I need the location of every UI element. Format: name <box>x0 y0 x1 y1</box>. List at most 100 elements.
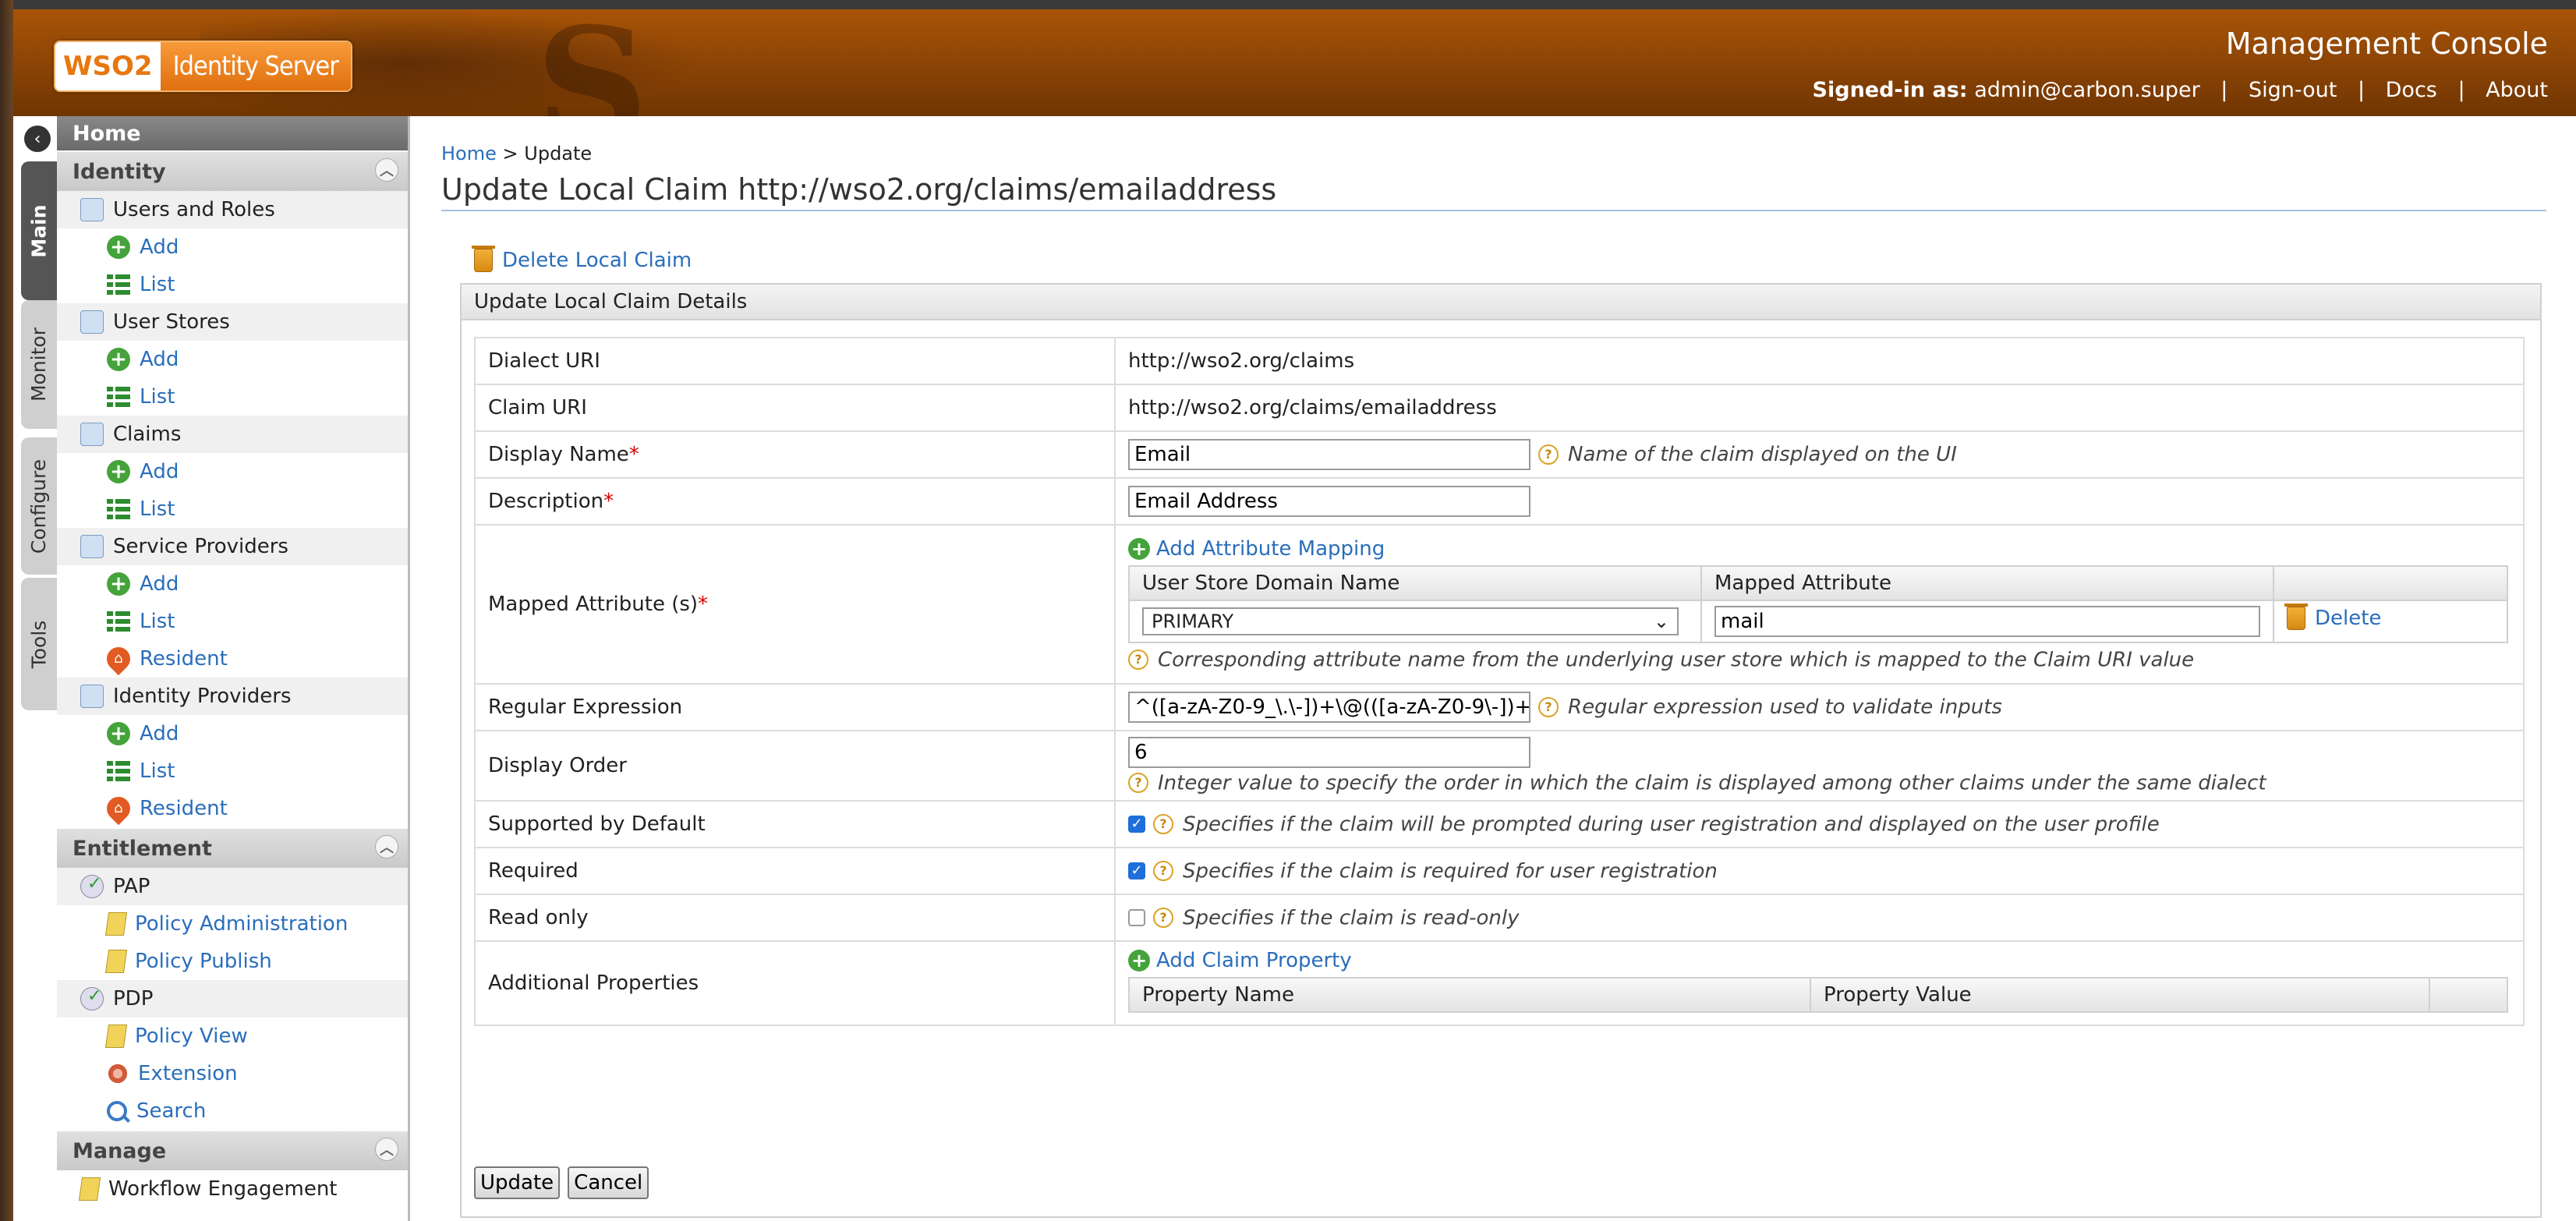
tab-configure[interactable]: Configure <box>21 437 57 575</box>
tab-tools[interactable]: Tools <box>21 578 57 710</box>
user-store-domain-select[interactable]: PRIMARY ⌄ <box>1142 607 1679 635</box>
help-icon[interactable]: ? <box>1128 773 1148 794</box>
collapse-chevron-icon[interactable]: ︿ <box>375 835 398 858</box>
required-star: * <box>603 490 614 513</box>
update-button[interactable]: Update <box>474 1166 561 1199</box>
help-icon[interactable]: ? <box>1538 444 1559 465</box>
help-icon[interactable]: ? <box>1153 908 1173 929</box>
required-hint: Specifies if the claim is required for u… <box>1183 859 1718 883</box>
sidebar-home[interactable]: Home <box>57 116 408 150</box>
policy-icon <box>104 1025 128 1048</box>
sidebar-item-policy-publish[interactable]: Policy Publish <box>57 943 408 980</box>
sidebar-item-workflow[interactable]: Workflow Engagement <box>57 1170 408 1208</box>
sidebar-item-claims-add[interactable]: + Add <box>57 453 408 490</box>
sidebar-item-users-roles[interactable]: Users and Roles <box>57 191 408 228</box>
section-manage[interactable]: Manage ︿ <box>57 1130 408 1170</box>
tab-configure-label: Configure <box>27 458 51 554</box>
sidebar-item-userstores-add[interactable]: + Add <box>57 341 408 378</box>
sidebar-item-extension[interactable]: Extension <box>57 1055 408 1092</box>
list-icon <box>107 497 130 521</box>
signout-link[interactable]: Sign-out <box>2249 78 2337 102</box>
display-order-label: Display Order <box>474 730 1116 802</box>
cancel-button[interactable]: Cancel <box>568 1166 649 1199</box>
sidebar-item-label: User Stores <box>113 310 230 334</box>
display-order-hint: Integer value to specify the order in wh… <box>1158 771 2266 795</box>
regex-cell: ^([a-zA-Z0-9_\.\-])+\@(([a-zA-Z0-9\-])+\… <box>1114 683 2525 731</box>
table-row: Description* Email Address <box>474 477 2525 526</box>
section-entitlement[interactable]: Entitlement ︿ <box>57 827 408 868</box>
window-top-strip <box>0 0 2576 9</box>
collapse-chevron-icon[interactable]: ︿ <box>375 1138 398 1161</box>
sidebar-item-label: Add <box>140 572 179 596</box>
tab-main[interactable]: Main <box>21 161 57 300</box>
sidebar-item-idp-list[interactable]: List <box>57 752 408 790</box>
sidebar-item-claims-list[interactable]: List <box>57 490 408 528</box>
publish-icon <box>104 950 128 973</box>
supported-cell: ✓? Specifies if the claim will be prompte… <box>1114 800 2525 848</box>
table-row: Dialect URI http://wso2.org/claims <box>474 337 2525 385</box>
supported-checkbox[interactable]: ✓ <box>1128 816 1145 833</box>
sidebar-item-label: Claims <box>113 423 182 446</box>
about-link[interactable]: About <box>2486 78 2548 102</box>
window-left-edge <box>0 0 13 1221</box>
breadcrumb-separator: > <box>502 143 518 165</box>
regex-input[interactable]: ^([a-zA-Z0-9_\.\-])+\@(([a-zA-Z0-9\-])+\… <box>1128 692 1530 723</box>
collapse-menu-icon[interactable]: ‹ <box>24 126 51 152</box>
mapped-attribute-label-cell: Mapped Attribute (s)* <box>474 524 1116 685</box>
sidebar-item-users-list[interactable]: List <box>57 266 408 303</box>
sidebar-item-users-add[interactable]: + Add <box>57 228 408 266</box>
sidebar-item-user-stores[interactable]: User Stores <box>57 303 408 341</box>
sidebar-item-sp-list[interactable]: List <box>57 603 408 640</box>
sidebar-item-identity-providers[interactable]: Identity Providers <box>57 678 408 715</box>
help-icon[interactable]: ? <box>1128 649 1148 671</box>
table-row: Regular Expression ^([a-zA-Z0-9_\.\-])+\… <box>474 683 2525 731</box>
required-checkbox[interactable]: ✓ <box>1128 862 1145 880</box>
sidebar-item-label: Search <box>136 1099 207 1123</box>
readonly-checkbox[interactable] <box>1128 909 1145 927</box>
add-icon: + <box>107 348 130 371</box>
dialect-uri-label: Dialect URI <box>474 337 1116 385</box>
sidebar-item-pap[interactable]: PAP <box>57 868 408 905</box>
mapped-attribute-input[interactable]: mail <box>1714 605 2260 637</box>
delete-local-claim-link[interactable]: Delete Local Claim <box>472 246 692 272</box>
breadcrumb-home-link[interactable]: Home <box>441 143 497 165</box>
list-icon <box>107 759 130 783</box>
sidebar-item-claims[interactable]: Claims <box>57 416 408 453</box>
description-cell: Email Address <box>1114 477 2525 526</box>
add-icon: + <box>107 235 130 259</box>
sidebar-item-search[interactable]: Search <box>57 1092 408 1130</box>
sidebar-item-userstores-list[interactable]: List <box>57 378 408 416</box>
sidebar-item-service-providers[interactable]: Service Providers <box>57 528 408 565</box>
display-order-input[interactable]: 6 <box>1128 736 1530 768</box>
sidebar-item-policy-administration[interactable]: Policy Administration <box>57 905 408 943</box>
display-name-hint: Name of the claim displayed on the UI <box>1568 443 1957 466</box>
display-name-input[interactable]: Email <box>1128 439 1530 470</box>
sidebar-item-sp-add[interactable]: + Add <box>57 565 408 603</box>
sidebar-item-label: PDP <box>113 987 154 1010</box>
sidebar-item-policy-view[interactable]: Policy View <box>57 1018 408 1055</box>
description-input[interactable]: Email Address <box>1128 486 1530 517</box>
readonly-label: Read only <box>474 894 1116 942</box>
wso2-logo[interactable]: WSO2 Identity Server <box>54 41 352 92</box>
sidebar-item-label: Resident <box>140 647 228 671</box>
collapse-chevron-icon[interactable]: ︿ <box>375 158 398 182</box>
sidebar-item-pdp[interactable]: PDP <box>57 980 408 1018</box>
table-row: Display Name* Email? Name of the claim di… <box>474 430 2525 479</box>
mapped-attribute-label: Mapped Attribute (s) <box>488 593 699 616</box>
add-claim-property-link[interactable]: + Add Claim Property <box>1128 949 1352 972</box>
section-identity[interactable]: Identity ︿ <box>57 150 408 191</box>
add-icon: + <box>1128 537 1150 560</box>
sidebar-item-idp-add[interactable]: + Add <box>57 715 408 752</box>
delete-mapping-link[interactable]: Delete <box>2284 603 2381 631</box>
add-attribute-mapping-link[interactable]: + Add Attribute Mapping <box>1128 537 1385 561</box>
docs-link[interactable]: Docs <box>2386 78 2437 102</box>
help-icon[interactable]: ? <box>1153 814 1173 835</box>
sidebar-item-sp-resident[interactable]: ⌂ Resident <box>57 640 408 678</box>
vertical-tab-bar: ‹ Main Monitor Configure Tools <box>13 116 57 1221</box>
column-header-domain: User Store Domain Name <box>1128 564 1702 601</box>
help-icon[interactable]: ? <box>1538 697 1559 717</box>
claim-uri-value: http://wso2.org/claims/emailaddress <box>1114 384 2525 432</box>
help-icon[interactable]: ? <box>1153 861 1173 882</box>
sidebar-item-idp-resident[interactable]: ⌂ Resident <box>57 790 408 827</box>
tab-monitor[interactable]: Monitor <box>21 300 57 429</box>
